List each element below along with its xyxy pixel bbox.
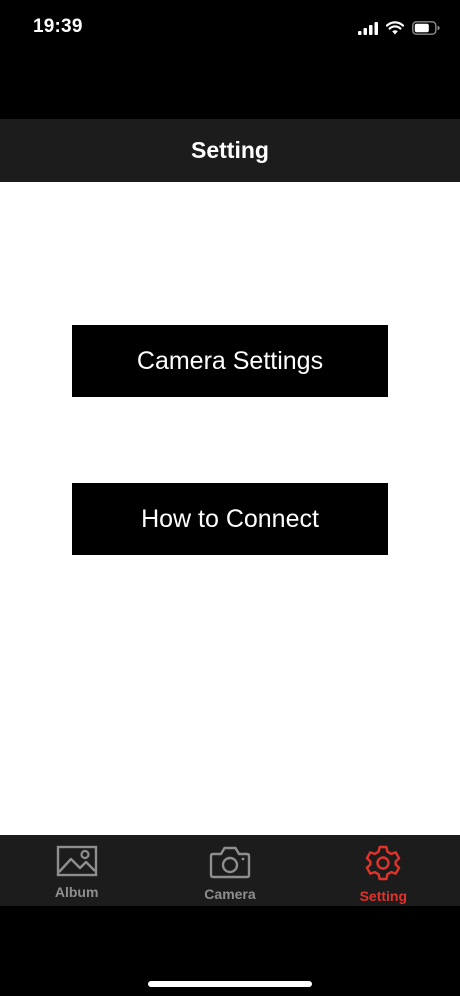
tab-label-camera: Camera (204, 886, 256, 902)
image-icon (56, 845, 98, 877)
tab-label-setting: Setting (359, 888, 408, 904)
navigation-header: Setting (0, 119, 460, 182)
home-indicator[interactable] (148, 981, 312, 987)
cellular-signal-icon (358, 21, 378, 35)
how-to-connect-button[interactable]: How to Connect (72, 483, 388, 555)
tab-album[interactable]: Album (0, 835, 153, 906)
tab-camera[interactable]: Camera (153, 835, 306, 906)
status-bar: 19:39 (0, 0, 460, 56)
camera-settings-button[interactable]: Camera Settings (72, 325, 388, 397)
status-time: 19:39 (33, 16, 83, 37)
camera-icon (209, 845, 251, 879)
gear-icon (364, 845, 402, 881)
tab-bar: Album Camera Setting (0, 835, 460, 906)
page-title: Setting (191, 137, 269, 163)
settings-content: Camera Settings How to Connect (0, 182, 460, 835)
status-icons (358, 18, 440, 38)
wifi-icon (386, 21, 404, 35)
battery-icon (412, 21, 440, 35)
tab-label-album: Album (54, 884, 99, 900)
tab-setting[interactable]: Setting (307, 835, 460, 906)
